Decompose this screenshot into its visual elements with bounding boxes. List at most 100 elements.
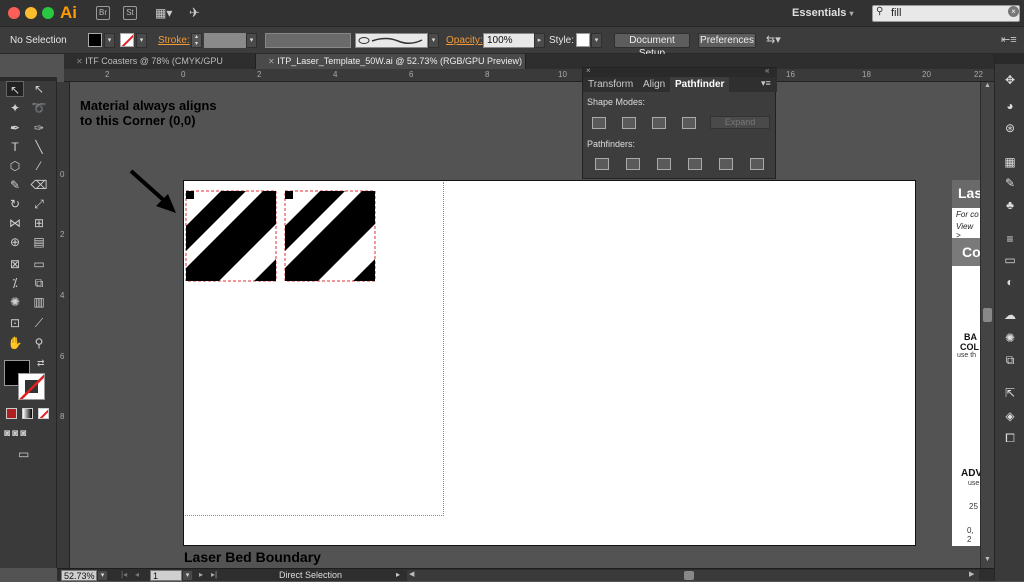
mesh-tool-icon[interactable]: ⊠ bbox=[6, 256, 24, 272]
stroke-weight-stepper[interactable]: ▴ ▾ bbox=[191, 33, 202, 48]
artboards-icon[interactable]: ⧠ bbox=[1002, 430, 1018, 446]
none-mode-icon[interactable] bbox=[38, 408, 49, 419]
fill-swatch[interactable] bbox=[88, 33, 102, 47]
tab-itf-coasters[interactable]: ✕ ITF Coasters @ 78% (CMYK/GPU Preview) bbox=[64, 54, 256, 81]
search-input[interactable]: fill bbox=[872, 5, 1020, 22]
expand-button[interactable]: Expand bbox=[710, 116, 770, 129]
color-guide-icon[interactable]: ◕ bbox=[1002, 98, 1018, 114]
bridge-icon[interactable]: Br bbox=[96, 6, 110, 20]
opacity-dropdown[interactable]: ▸ bbox=[534, 33, 545, 48]
dock-grip[interactable] bbox=[995, 54, 1024, 64]
trim-icon[interactable] bbox=[626, 158, 640, 170]
status-menu-arrow-icon[interactable]: ▸ bbox=[396, 570, 400, 579]
tab-pathfinder[interactable]: Pathfinder bbox=[670, 77, 730, 92]
stroke-dropdown[interactable]: ▾ bbox=[136, 33, 147, 48]
next-artboard-icon[interactable]: ▸ bbox=[199, 570, 203, 579]
layers-icon[interactable]: ◈ bbox=[1002, 408, 1018, 424]
brushes-icon[interactable]: ✎ bbox=[1002, 175, 1018, 191]
document-setup-button[interactable]: Document Setup bbox=[614, 33, 690, 59]
color-panel-icon[interactable]: ✥ bbox=[1002, 72, 1018, 88]
stroke-panel-icon[interactable]: ≡ bbox=[1002, 231, 1018, 247]
eyedropper-tool-icon[interactable]: ⁒ bbox=[6, 275, 24, 291]
shape-builder-tool-icon[interactable]: ⊕ bbox=[6, 234, 24, 250]
gradient-mode-icon[interactable] bbox=[22, 408, 33, 419]
panel-collapse-icon[interactable]: « bbox=[765, 66, 769, 75]
vertical-scroll-thumb[interactable] bbox=[983, 308, 992, 322]
preferences-button[interactable]: Preferences bbox=[698, 33, 756, 48]
panel-menu-icon[interactable]: ▾≡ bbox=[761, 78, 771, 89]
merge-icon[interactable] bbox=[657, 158, 671, 170]
line-segment-tool-icon[interactable]: ╲ bbox=[30, 139, 48, 155]
curvature-tool-icon[interactable]: ✑ bbox=[30, 120, 48, 136]
brush-dropdown[interactable]: ▾ bbox=[428, 33, 439, 48]
vertical-ruler[interactable]: 0 2 4 6 8 bbox=[57, 82, 70, 568]
gradient-panel-icon[interactable]: ▭ bbox=[1002, 252, 1018, 268]
drawing-modes-icon[interactable]: ◙◙◙ bbox=[4, 428, 53, 441]
graphic-style-swatch[interactable] bbox=[576, 33, 590, 47]
graphic-style-dropdown[interactable]: ▾ bbox=[591, 33, 602, 48]
stroke-color-box[interactable] bbox=[18, 373, 45, 400]
crop-icon[interactable] bbox=[688, 158, 702, 170]
symbol-sprayer-tool-icon[interactable]: ✺ bbox=[6, 294, 24, 310]
tab-transform[interactable]: Transform bbox=[583, 77, 638, 92]
zoom-dropdown[interactable]: ▾ bbox=[97, 570, 108, 581]
minus-front-icon[interactable] bbox=[622, 117, 636, 129]
horizontal-scroll-thumb[interactable] bbox=[684, 571, 694, 580]
artboard-tool-icon[interactable]: ⊡ bbox=[6, 315, 24, 331]
zoom-field[interactable]: 52.73% bbox=[61, 570, 97, 581]
zoom-window-button[interactable] bbox=[42, 7, 54, 19]
unite-icon[interactable] bbox=[592, 117, 606, 129]
previous-artboard-icon[interactable]: ◂ bbox=[135, 570, 139, 579]
fill-dropdown[interactable]: ▾ bbox=[104, 33, 115, 48]
slice-tool-icon[interactable]: ⟋ bbox=[30, 315, 48, 331]
paintbrush-tool-icon[interactable]: ⁄ bbox=[30, 158, 48, 174]
color-mode-icon[interactable] bbox=[6, 408, 17, 419]
outline-icon[interactable] bbox=[719, 158, 733, 170]
artboard-number-field[interactable]: 1 bbox=[150, 570, 182, 581]
exclude-icon[interactable] bbox=[682, 117, 696, 129]
zoom-tool-icon[interactable]: ⚲ bbox=[30, 335, 48, 351]
blend-tool-icon[interactable]: ⧉ bbox=[30, 275, 48, 291]
panel-title-bar[interactable]: × « bbox=[583, 66, 777, 77]
export-icon[interactable]: ⇱ bbox=[1002, 385, 1018, 401]
minimize-window-button[interactable] bbox=[25, 7, 37, 19]
artboard-dropdown[interactable]: ▾ bbox=[182, 570, 193, 581]
intersect-icon[interactable] bbox=[652, 117, 666, 129]
magic-wand-tool-icon[interactable]: ✦ bbox=[6, 100, 24, 116]
last-artboard-icon[interactable]: ▸| bbox=[211, 570, 217, 579]
column-graph-tool-icon[interactable]: ▥ bbox=[30, 294, 48, 310]
arrange-documents-icon[interactable]: ▦▾ bbox=[155, 6, 177, 20]
gradient-tool-icon[interactable]: ▭ bbox=[30, 256, 48, 272]
type-tool-icon[interactable]: T bbox=[6, 139, 24, 155]
hand-tool-icon[interactable]: ✋ bbox=[6, 335, 24, 351]
selection-tool-icon[interactable]: ↖ bbox=[6, 81, 24, 97]
horizontal-ruler[interactable]: 2 0 2 4 6 8 10 12 14 16 18 20 22 bbox=[64, 69, 994, 82]
scroll-up-arrow-icon[interactable]: ▲ bbox=[984, 82, 991, 89]
opacity-label[interactable]: Opacity: bbox=[446, 35, 483, 46]
perspective-grid-tool-icon[interactable]: ▤ bbox=[30, 234, 48, 250]
width-tool-icon[interactable]: ⋈ bbox=[6, 215, 24, 231]
gpu-performance-icon[interactable]: ✈ bbox=[189, 5, 200, 21]
direct-selection-tool-icon[interactable]: ↖ bbox=[30, 81, 48, 97]
coaster-artwork[interactable] bbox=[184, 186, 380, 286]
scroll-left-arrow-icon[interactable]: ◀ bbox=[409, 570, 414, 578]
libraries-icon[interactable]: ☁ bbox=[1002, 307, 1018, 323]
swap-fill-stroke-icon[interactable]: ⇄ bbox=[37, 358, 45, 369]
workspace-switcher[interactable]: Essentials ▾ bbox=[792, 7, 854, 19]
scale-tool-icon[interactable]: ⤢ bbox=[30, 196, 48, 212]
clear-search-icon[interactable]: × bbox=[1008, 6, 1019, 17]
shaper-tool-icon[interactable]: ✎ bbox=[6, 177, 24, 193]
scroll-down-arrow-icon[interactable]: ▼ bbox=[984, 556, 991, 563]
asset-export-icon[interactable]: ⧉ bbox=[1002, 352, 1018, 368]
lasso-tool-icon[interactable]: ➰ bbox=[30, 100, 48, 116]
panel-close-icon[interactable]: × bbox=[586, 66, 591, 75]
stroke-label[interactable]: Stroke: bbox=[158, 35, 190, 46]
current-tool-status[interactable]: Direct Selection bbox=[279, 570, 342, 580]
eraser-tool-icon[interactable]: ⌫ bbox=[30, 177, 48, 193]
image-trace-icon[interactable]: ✺ bbox=[1002, 330, 1018, 346]
stroke-weight-field[interactable] bbox=[204, 33, 246, 48]
panel-menu-icon[interactable]: ⇤≡ bbox=[1001, 33, 1017, 46]
divide-icon[interactable] bbox=[595, 158, 609, 170]
swatches-icon[interactable]: ▦ bbox=[1002, 154, 1018, 170]
symbols-icon[interactable]: ♣ bbox=[1002, 197, 1018, 213]
